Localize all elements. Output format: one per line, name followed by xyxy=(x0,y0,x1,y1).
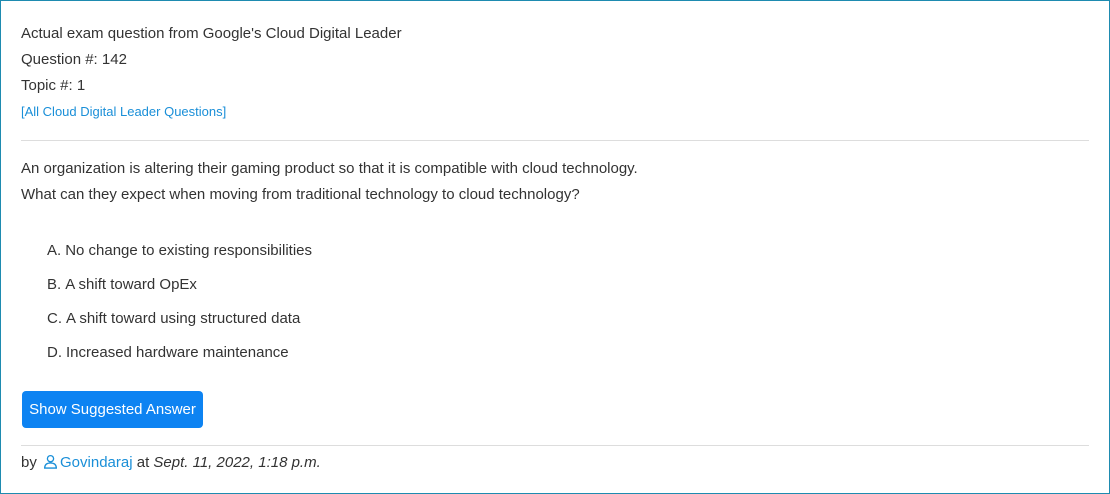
choice-d[interactable]: D. Increased hardware maintenance xyxy=(47,340,312,374)
choice-a[interactable]: A. No change to existing responsibilities xyxy=(47,238,312,272)
choice-text: Increased hardware maintenance xyxy=(66,344,289,361)
all-questions-link[interactable]: [All Cloud Digital Leader Questions] xyxy=(21,99,402,125)
question-text: An organization is altering their gaming… xyxy=(21,156,638,208)
header-divider xyxy=(21,140,1089,141)
topic-number: Topic #: 1 xyxy=(21,77,86,94)
choices-list: A. No change to existing responsibilities… xyxy=(47,238,312,374)
author-link[interactable]: Govindaraj xyxy=(60,454,133,471)
question-number: Question #: 142 xyxy=(21,51,127,68)
post-date: Sept. 11, 2022, 1:18 p.m. xyxy=(153,454,321,471)
question-line-2: What can they expect when moving from tr… xyxy=(21,186,580,203)
user-outline-icon xyxy=(43,453,58,477)
post-meta: by Govindaraj at Sept. 11, 2022, 1:18 p.… xyxy=(21,451,321,477)
question-header: Actual exam question from Google's Cloud… xyxy=(21,21,402,125)
choice-b[interactable]: B. A shift toward OpEx xyxy=(47,272,312,306)
exam-title: Actual exam question from Google's Cloud… xyxy=(21,25,402,42)
show-suggested-answer-button[interactable]: Show Suggested Answer xyxy=(22,391,203,428)
choice-c[interactable]: C. A shift toward using structured data xyxy=(47,306,312,340)
question-card: Actual exam question from Google's Cloud… xyxy=(0,0,1110,494)
choice-text: No change to existing responsibilities xyxy=(65,242,312,259)
at-label: at xyxy=(136,454,150,471)
choice-letter: A. xyxy=(47,242,62,259)
choice-text: A shift toward using structured data xyxy=(66,310,301,327)
by-label: by xyxy=(21,454,37,471)
footer-divider xyxy=(21,445,1089,446)
question-line-1: An organization is altering their gaming… xyxy=(21,160,638,177)
choice-letter: B. xyxy=(47,276,62,293)
choice-text: A shift toward OpEx xyxy=(65,276,197,293)
choice-letter: D. xyxy=(47,344,62,361)
choice-letter: C. xyxy=(47,310,62,327)
